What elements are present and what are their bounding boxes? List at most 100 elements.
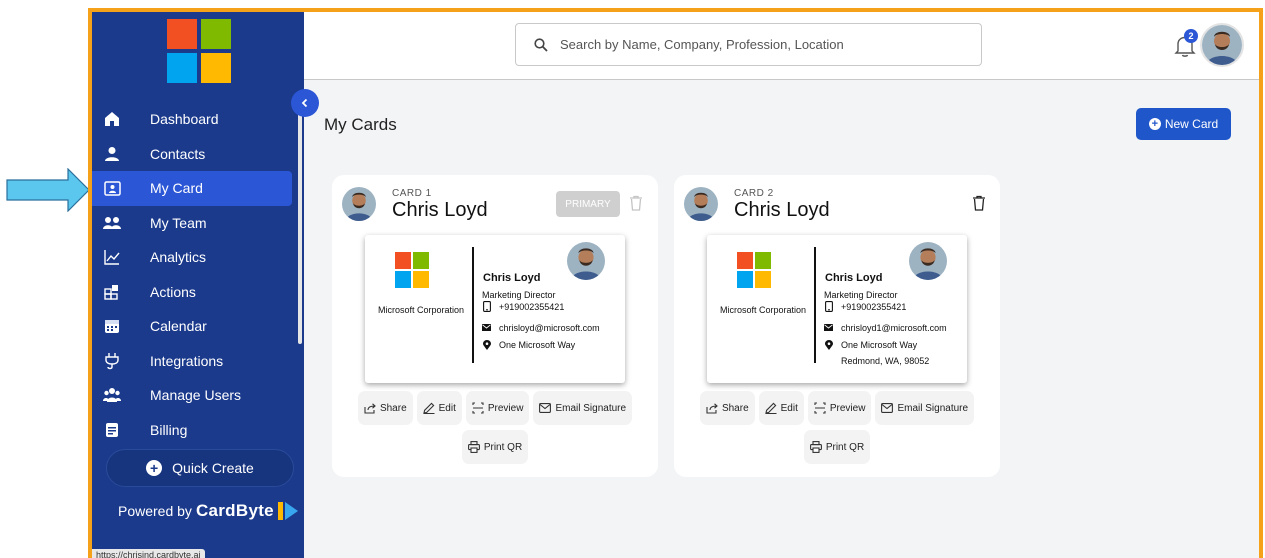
quick-create-button[interactable]: + Quick Create	[106, 449, 294, 487]
card-actions: Share Edit Preview Email Signature	[332, 391, 658, 425]
app-window: Dashboard Contacts My Card My Team Analy…	[88, 8, 1263, 558]
card-address-line1: One Microsoft Way	[841, 340, 918, 350]
share-button[interactable]: Share	[357, 391, 413, 425]
card-avatar	[567, 242, 605, 280]
card-owner-name: Chris Loyd	[392, 199, 488, 221]
email-signature-button[interactable]: Email Signature	[533, 391, 633, 425]
avatar-photo-icon	[342, 187, 376, 221]
new-card-label: New Card	[1164, 117, 1219, 131]
sidebar-item-label: My Card	[150, 180, 203, 197]
card-email: chrisloyd@microsoft.com	[499, 323, 600, 333]
cardbyte-logo-icon	[277, 502, 298, 520]
card-panel-2: CARD 2 Chris Loyd Microsoft Corporation …	[674, 175, 1000, 477]
powered-by-text: Powered by	[118, 503, 192, 519]
sidebar-item-billing[interactable]: Billing	[92, 413, 304, 448]
sidebar-item-manage-users[interactable]: Manage Users	[92, 378, 304, 413]
sidebar-item-actions[interactable]: Actions	[92, 275, 304, 310]
preview-button[interactable]: Preview	[465, 391, 530, 425]
chart-icon	[102, 247, 122, 267]
print-qr-button[interactable]: Print QR	[461, 430, 529, 464]
users-icon	[102, 385, 122, 405]
sidebar-item-dashboard[interactable]: Dashboard	[92, 102, 304, 137]
card-actions: Share Edit Preview Email Signature	[674, 391, 1000, 425]
business-card-preview[interactable]: Microsoft Corporation Chris Loyd Marketi…	[365, 235, 625, 383]
edit-label: Edit	[438, 402, 456, 414]
search-box[interactable]	[515, 23, 982, 66]
printer-icon	[809, 441, 822, 453]
card-divider	[814, 247, 816, 363]
pencil-icon	[764, 402, 777, 414]
card-number: CARD 1	[392, 188, 432, 199]
card-panel-1: CARD 1 Chris Loyd PRIMARY Microsoft Corp…	[332, 175, 658, 477]
plus-circle-icon: +	[1148, 118, 1161, 130]
card-phone: +919002355421	[841, 302, 907, 312]
sidebar-scrollbar[interactable]	[298, 104, 302, 344]
card-address: One Microsoft Way Redmond, WA, 98052	[841, 339, 929, 367]
email-signature-button[interactable]: Email Signature	[875, 391, 975, 425]
envelope-outline-icon	[539, 403, 552, 413]
collapse-sidebar-button[interactable]	[291, 89, 319, 117]
card-job-title: Marketing Director	[482, 290, 556, 300]
share-icon	[706, 402, 718, 414]
avatar-photo-icon	[567, 242, 605, 280]
edit-button[interactable]: Edit	[416, 391, 462, 425]
search-input[interactable]	[560, 37, 940, 52]
quick-create-label: Quick Create	[172, 460, 254, 476]
card-address: One Microsoft Way	[499, 339, 575, 351]
envelope-icon	[824, 322, 833, 333]
edit-label: Edit	[780, 402, 798, 414]
card-phone: +919002355421	[499, 302, 565, 312]
company-logo	[167, 19, 231, 83]
preview-label: Preview	[829, 402, 866, 414]
business-card-preview[interactable]: Microsoft Corporation Chris Loyd Marketi…	[707, 235, 967, 383]
new-card-button[interactable]: + New Card	[1136, 108, 1231, 140]
microsoft-logo	[395, 252, 429, 288]
primary-button[interactable]: PRIMARY	[556, 191, 620, 217]
chevron-left-icon	[301, 98, 308, 108]
share-label: Share	[721, 402, 749, 414]
company-name: Microsoft Corporation	[377, 305, 465, 315]
phone-icon	[482, 301, 491, 312]
sidebar-item-calendar[interactable]: Calendar	[92, 309, 304, 344]
print-qr-label: Print QR	[483, 441, 523, 453]
trash-icon[interactable]	[972, 195, 986, 211]
share-button[interactable]: Share	[699, 391, 755, 425]
sidebar-item-analytics[interactable]: Analytics	[92, 240, 304, 275]
sidebar-item-label: Dashboard	[150, 111, 219, 128]
card-person-name: Chris Loyd	[825, 272, 883, 284]
envelope-outline-icon	[881, 403, 894, 413]
sidebar-item-label: Analytics	[150, 249, 207, 266]
search-icon	[534, 37, 548, 52]
top-header: 2	[304, 12, 1259, 80]
preview-label: Preview	[487, 402, 524, 414]
avatar-photo-icon	[1202, 25, 1242, 65]
card-address-row: One Microsoft Way Redmond, WA, 98052	[824, 339, 929, 367]
sidebar-item-my-team[interactable]: My Team	[92, 206, 304, 241]
sidebar-item-contacts[interactable]: Contacts	[92, 137, 304, 172]
card-person-name: Chris Loyd	[483, 272, 541, 284]
brand-name: CardByte	[195, 501, 274, 520]
id-card-icon	[102, 178, 122, 198]
envelope-icon	[482, 322, 491, 333]
card-job-title: Marketing Director	[824, 290, 898, 300]
home-icon	[102, 109, 122, 129]
company-name: Microsoft Corporation	[719, 305, 807, 315]
sidebar-item-label: Contacts	[150, 145, 206, 162]
preview-icon	[814, 402, 826, 414]
sidebar-item-integrations[interactable]: Integrations	[92, 344, 304, 379]
print-row: Print QR	[332, 430, 658, 464]
card-owner-avatar	[342, 187, 376, 221]
page: Dashboard Contacts My Card My Team Analy…	[0, 0, 1265, 558]
card-email-row: chrisloyd1@microsoft.com	[824, 322, 947, 334]
sidebar-item-label: My Team	[150, 214, 207, 231]
avatar-photo-icon	[684, 187, 718, 221]
powered-by: Powered by CardByte	[118, 500, 299, 522]
preview-button[interactable]: Preview	[807, 391, 872, 425]
user-avatar[interactable]	[1200, 23, 1244, 67]
edit-button[interactable]: Edit	[758, 391, 804, 425]
trash-icon[interactable]	[629, 195, 643, 211]
sidebar-item-my-card[interactable]: My Card	[92, 171, 292, 206]
card-owner-avatar	[684, 187, 718, 221]
card-divider	[472, 247, 474, 363]
print-qr-button[interactable]: Print QR	[803, 430, 871, 464]
